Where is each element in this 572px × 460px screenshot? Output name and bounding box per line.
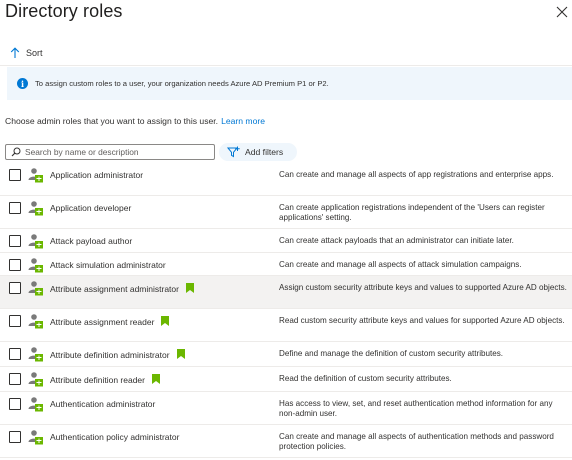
role-icon	[27, 396, 43, 412]
role-icon	[27, 257, 43, 273]
role-description: Has access to view, set, and reset authe…	[279, 398, 553, 419]
filter-add-icon	[219, 146, 245, 158]
role-icon	[27, 280, 43, 296]
table-row[interactable]: Attribute assignment reader Read custom s…	[0, 309, 572, 342]
role-icon	[27, 371, 43, 387]
add-filters-button[interactable]: Add filters	[219, 143, 297, 161]
search-input[interactable]	[25, 147, 214, 157]
role-name[interactable]: Application developer	[50, 203, 131, 213]
intro-label: Choose admin roles that you want to assi…	[5, 116, 219, 126]
role-description: Assign custom security attribute keys an…	[279, 282, 567, 292]
role-checkbox[interactable]	[9, 398, 21, 410]
role-checkbox[interactable]	[9, 235, 21, 247]
role-description: Can create and manage all aspects of aut…	[279, 431, 554, 452]
bookmark-icon	[176, 348, 185, 359]
role-name[interactable]: Attribute definition administrator	[50, 348, 185, 360]
role-icon	[27, 233, 43, 249]
role-name-label: Attribute assignment reader	[50, 316, 155, 327]
table-row[interactable]: Attack payload author Can create attack p…	[0, 229, 572, 253]
role-name-label: Application developer	[50, 202, 132, 213]
role-description: Read custom security attribute keys and …	[279, 315, 565, 325]
role-checkbox[interactable]	[9, 431, 21, 443]
role-name[interactable]: Attack simulation administrator	[50, 260, 166, 270]
table-row[interactable]: Attribute definition administrator Define…	[0, 342, 572, 367]
role-checkbox[interactable]	[9, 282, 21, 294]
info-icon: i	[17, 78, 28, 89]
sort-label: Sort	[26, 48, 43, 58]
role-description: Can create and manage all aspects of app…	[279, 169, 554, 179]
role-name-label: Authentication administrator	[50, 398, 156, 409]
role-icon	[27, 346, 43, 362]
table-row[interactable]: Attack simulation administrator Can creat…	[0, 253, 572, 276]
role-name-label: Attribute definition reader	[50, 374, 145, 385]
role-icon	[27, 200, 43, 216]
role-name-label: Attack simulation administrator	[50, 259, 166, 270]
role-name-label: Attribute assignment administrator	[50, 283, 179, 294]
role-name[interactable]: Attribute definition reader	[50, 373, 160, 385]
role-name[interactable]: Attack payload author	[50, 236, 132, 246]
role-checkbox[interactable]	[9, 169, 21, 181]
close-icon[interactable]	[556, 6, 568, 18]
info-banner: i To assign custom roles to a user, your…	[7, 67, 572, 100]
table-row[interactable]: Application administrator Can create and …	[0, 163, 572, 196]
role-icon	[27, 167, 43, 183]
bookmark-icon	[151, 373, 160, 384]
role-name-label: Attribute definition administrator	[50, 349, 170, 360]
role-icon	[27, 313, 43, 329]
role-name[interactable]: Application administrator	[50, 170, 143, 180]
role-name[interactable]: Authentication administrator	[50, 399, 155, 409]
search-icon	[6, 147, 25, 157]
table-row[interactable]: Authentication policy administrator Can c…	[0, 425, 572, 458]
role-checkbox[interactable]	[9, 259, 21, 271]
role-description: Can create and manage all aspects of att…	[279, 259, 522, 269]
table-row[interactable]: Attribute assignment administrator Assign…	[0, 276, 572, 309]
table-row[interactable]: Attribute definition reader Read the defi…	[0, 367, 572, 392]
add-filters-label: Add filters	[245, 147, 284, 157]
table-row[interactable]: Authentication administrator Has access t…	[0, 392, 572, 425]
banner-text: To assign custom roles to a user, your o…	[35, 79, 329, 88]
arrow-up-icon	[10, 47, 20, 59]
role-description: Read the definition of custom security a…	[279, 373, 452, 383]
role-checkbox[interactable]	[9, 315, 21, 327]
role-name[interactable]: Attribute assignment administrator	[50, 282, 194, 294]
learn-more-link[interactable]: Learn more	[221, 116, 265, 126]
sort-button[interactable]: Sort	[10, 44, 43, 62]
intro-text: Choose admin roles that you want to assi…	[5, 116, 265, 126]
role-name[interactable]: Attribute assignment reader	[50, 315, 170, 327]
role-name-label: Application administrator	[50, 169, 144, 180]
role-description: Can create attack payloads that an admin…	[279, 235, 514, 245]
role-description: Define and manage the definition of cust…	[279, 348, 504, 358]
role-description: Can create application registrations ind…	[279, 202, 545, 223]
role-checkbox[interactable]	[9, 373, 21, 385]
role-name-label: Authentication policy administrator	[50, 431, 180, 442]
table-row[interactable]: Application developer Can create applicat…	[0, 196, 572, 229]
page-title: Directory roles	[5, 1, 123, 21]
role-name-label: Attack payload author	[50, 235, 133, 246]
role-icon	[27, 429, 43, 445]
toolbar-divider	[0, 65, 572, 66]
role-name[interactable]: Authentication policy administrator	[50, 432, 179, 442]
bookmark-icon	[185, 282, 194, 293]
role-checkbox[interactable]	[9, 348, 21, 360]
bookmark-icon	[161, 315, 170, 326]
directory-roles-panel: Directory roles Sort i To assign custom …	[0, 0, 572, 460]
role-checkbox[interactable]	[9, 202, 21, 214]
search-box[interactable]	[5, 144, 215, 160]
